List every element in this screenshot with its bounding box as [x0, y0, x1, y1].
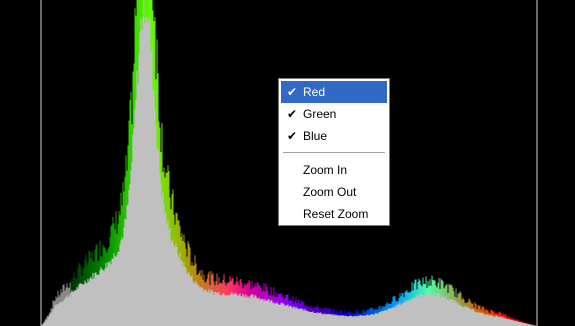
- menu-item-label: Red: [303, 85, 326, 99]
- menu-item-green[interactable]: ✔ Green: [281, 103, 387, 125]
- checkmark-icon: ✔: [286, 85, 298, 99]
- checkmark-icon: ✔: [286, 107, 298, 121]
- menu-item-label: Blue: [303, 129, 328, 143]
- menu-item-reset-zoom[interactable]: Reset Zoom: [281, 203, 387, 225]
- checkmark-icon: ✔: [286, 129, 298, 143]
- menu-item-zoom-in[interactable]: Zoom In: [281, 159, 387, 181]
- menu-item-zoom-out[interactable]: Zoom Out: [281, 181, 387, 203]
- histogram-context-menu: ✔ Red ✔ Green ✔ Blue Zoom In Zoom Out Re…: [278, 78, 390, 226]
- menu-item-label: Zoom In: [303, 163, 348, 177]
- menu-item-label: Green: [303, 107, 337, 121]
- menu-item-label: Zoom Out: [303, 185, 357, 199]
- menu-item-red[interactable]: ✔ Red: [281, 81, 387, 103]
- menu-item-blue[interactable]: ✔ Blue: [281, 125, 387, 147]
- menu-item-label: Reset Zoom: [303, 207, 369, 221]
- menu-separator: [283, 152, 385, 153]
